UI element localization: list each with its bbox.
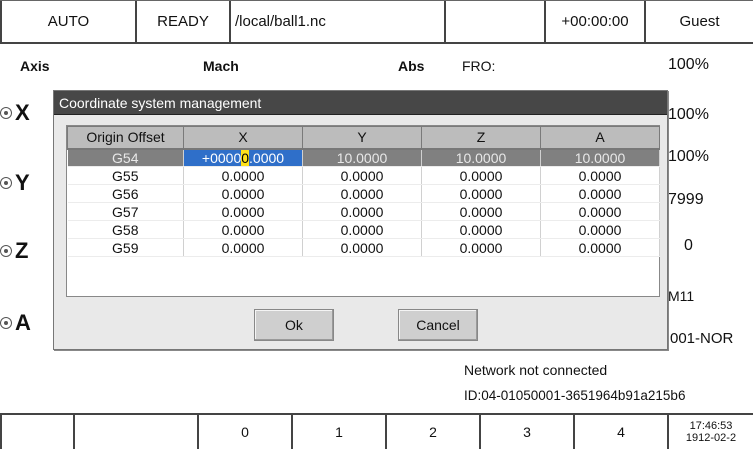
column-header-a: A xyxy=(540,126,660,150)
radio-icon[interactable] xyxy=(0,107,12,119)
machine-state: READY xyxy=(137,1,231,42)
z-cell[interactable]: 0.0000 xyxy=(421,238,541,257)
axis-letter: X xyxy=(15,100,30,125)
softkey-3[interactable]: 0 xyxy=(199,415,293,449)
a-cell[interactable]: 0.0000 xyxy=(540,166,660,185)
axis-letter: Z xyxy=(15,238,29,263)
row-name-cell[interactable]: G58 xyxy=(67,220,184,239)
column-header-y: Y xyxy=(302,126,422,150)
a-cell[interactable]: 0.0000 xyxy=(540,202,660,221)
x-cell[interactable]: 0.0000 xyxy=(183,220,303,239)
radio-icon[interactable] xyxy=(0,177,12,189)
right-value-3: 100% xyxy=(668,148,709,165)
x-cell[interactable]: 0.0000 xyxy=(183,184,303,203)
column-header-x: X xyxy=(183,126,303,150)
offset-table-container: Origin Offset X Y Z A G54 +00000.0000 10… xyxy=(66,125,660,297)
y-cell[interactable]: 0.0000 xyxy=(302,220,422,239)
right-value-6: M11 xyxy=(668,288,695,304)
axis-row-a[interactable]: A xyxy=(0,310,31,336)
radio-icon[interactable] xyxy=(0,317,12,329)
clock: 17:46:53 1912-02-2 xyxy=(669,415,753,449)
axis-header: Axis xyxy=(20,58,50,74)
clock-time: 17:46:53 xyxy=(689,420,733,432)
softkey-2[interactable] xyxy=(75,415,199,449)
z-cell[interactable]: 0.0000 xyxy=(421,184,541,203)
fro-label: FRO: xyxy=(462,58,496,74)
table-row[interactable]: G56 0.0000 0.0000 0.0000 0.0000 xyxy=(67,184,660,203)
table-header-row: Origin Offset X Y Z A xyxy=(67,126,660,150)
softkey-7[interactable]: 4 xyxy=(575,415,669,449)
z-cell[interactable]: 0.0000 xyxy=(421,202,541,221)
table-row[interactable]: G59 0.0000 0.0000 0.0000 0.0000 xyxy=(67,238,660,257)
table-row[interactable]: G58 0.0000 0.0000 0.0000 0.0000 xyxy=(67,220,660,239)
a-cell[interactable]: 0.0000 xyxy=(540,184,660,203)
y-cell[interactable]: 0.0000 xyxy=(302,202,422,221)
z-cell[interactable]: 10.0000 xyxy=(421,148,541,167)
column-header-z: Z xyxy=(421,126,541,150)
z-cell[interactable]: 0.0000 xyxy=(421,166,541,185)
x-edit-cell[interactable]: +00000.0000 xyxy=(183,148,303,167)
x-cell[interactable]: 0.0000 xyxy=(183,166,303,185)
mode-indicator: AUTO xyxy=(0,1,137,42)
y-cell[interactable]: 0.0000 xyxy=(302,238,422,257)
x-cell[interactable]: 0.0000 xyxy=(183,202,303,221)
row-name-cell[interactable]: G54 xyxy=(67,148,184,167)
axis-letter: Y xyxy=(15,170,30,195)
edit-cursor: 0 xyxy=(241,149,250,166)
device-id: ID:04-01050001-3651964b91a215b6 xyxy=(464,388,686,403)
elapsed-time: +00:00:00 xyxy=(546,1,646,42)
axis-row-y[interactable]: Y xyxy=(0,170,30,196)
fro-value: 100% xyxy=(668,56,709,73)
right-value-5: 0 xyxy=(684,237,693,254)
table-row[interactable]: G57 0.0000 0.0000 0.0000 0.0000 xyxy=(67,202,660,221)
a-cell[interactable]: 10.0000 xyxy=(540,148,660,167)
network-status: Network not connected xyxy=(464,362,608,378)
z-cell[interactable]: 0.0000 xyxy=(421,220,541,239)
y-cell[interactable]: 10.0000 xyxy=(302,148,422,167)
softkey-6[interactable]: 3 xyxy=(481,415,575,449)
row-name-cell[interactable]: G59 xyxy=(67,238,184,257)
softkey-4[interactable]: 1 xyxy=(293,415,387,449)
right-value-2: 100% xyxy=(668,106,709,123)
row-name-cell[interactable]: G56 xyxy=(67,184,184,203)
y-cell[interactable]: 0.0000 xyxy=(302,166,422,185)
ok-button[interactable]: Ok xyxy=(254,309,334,341)
file-path[interactable]: /local/ball1.nc xyxy=(231,1,446,42)
axis-letter: A xyxy=(15,310,31,335)
column-header-origin: Origin Offset xyxy=(67,126,184,150)
y-cell[interactable]: 0.0000 xyxy=(302,184,422,203)
dialog-title: Coordinate system management xyxy=(54,91,667,115)
row-name-cell[interactable]: G55 xyxy=(67,166,184,185)
offset-table: Origin Offset X Y Z A G54 +00000.0000 10… xyxy=(67,126,660,257)
radio-icon[interactable] xyxy=(0,245,12,257)
softkey-1[interactable] xyxy=(0,415,75,449)
row-name-cell[interactable]: G57 xyxy=(67,202,184,221)
axis-row-x[interactable]: X xyxy=(0,100,30,126)
a-cell[interactable]: 0.0000 xyxy=(540,238,660,257)
status-empty-cell xyxy=(446,1,546,42)
abs-header: Abs xyxy=(398,58,425,74)
clock-date: 1912-02-2 xyxy=(685,432,737,444)
softkey-bar: 0 1 2 3 4 17:46:53 1912-02-2 xyxy=(0,413,753,449)
mach-header: Mach xyxy=(203,58,239,74)
x-value-after: .0000 xyxy=(249,149,285,166)
right-value-7: 001-NOR xyxy=(670,330,734,347)
table-row-selected[interactable]: G54 +00000.0000 10.0000 10.0000 10.0000 xyxy=(67,148,660,167)
a-cell[interactable]: 0.0000 xyxy=(540,220,660,239)
status-bar: AUTO READY /local/ball1.nc +00:00:00 Gue… xyxy=(0,0,753,44)
x-cell[interactable]: 0.0000 xyxy=(183,238,303,257)
coordinate-dialog: Coordinate system management Origin Offs… xyxy=(53,90,668,350)
cancel-button[interactable]: Cancel xyxy=(398,309,478,341)
right-value-4: 7999 xyxy=(668,191,704,208)
x-value-before: +0000 xyxy=(201,149,242,166)
table-row[interactable]: G55 0.0000 0.0000 0.0000 0.0000 xyxy=(67,166,660,185)
softkey-5[interactable]: 2 xyxy=(387,415,481,449)
user-label: Guest xyxy=(679,13,720,30)
axis-row-z[interactable]: Z xyxy=(0,238,28,264)
